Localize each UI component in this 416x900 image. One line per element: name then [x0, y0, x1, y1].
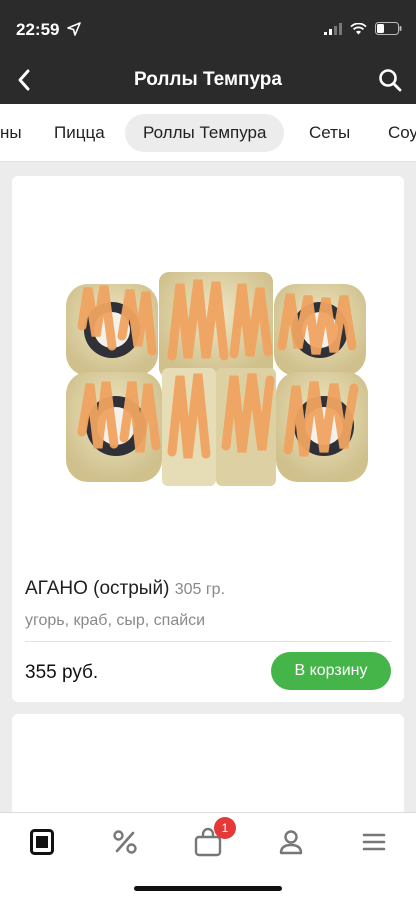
- percent-icon: [113, 830, 137, 854]
- tab-cart[interactable]: 1: [188, 817, 236, 859]
- product-card-next[interactable]: [12, 714, 404, 824]
- search-button[interactable]: [374, 64, 406, 96]
- tab-sets[interactable]: Сеты: [291, 114, 368, 152]
- category-tabs: ны Пицца Роллы Темпура Сеты Соу: [0, 104, 416, 162]
- tab-profile[interactable]: [271, 825, 311, 859]
- product-name-row: АГАНО (острый) 305 гр.: [25, 578, 225, 600]
- product-image[interactable]: [12, 176, 404, 566]
- nav-bar: Роллы Темпура: [0, 56, 416, 104]
- tab-tempura-rolls[interactable]: Роллы Темпура: [125, 114, 285, 152]
- signal-icon: [324, 22, 342, 35]
- home-indicator: [134, 886, 282, 891]
- tab-menu[interactable]: [22, 825, 62, 859]
- battery-icon: [375, 22, 402, 35]
- tab-partial-left[interactable]: ны: [0, 114, 40, 152]
- status-bar: 22:59: [0, 0, 416, 56]
- product-name: АГАНО (острый): [25, 578, 170, 599]
- tab-promotions[interactable]: [105, 825, 145, 859]
- cart-badge: 1: [214, 817, 236, 839]
- user-icon: [279, 830, 303, 855]
- search-icon: [379, 69, 402, 92]
- tab-more[interactable]: [354, 825, 394, 859]
- product-description: угорь, краб, сыр, спайси: [25, 612, 206, 629]
- tab-partial-right[interactable]: Соу: [370, 114, 416, 152]
- tab-pizza[interactable]: Пицца: [36, 114, 123, 152]
- location-arrow-icon: [67, 22, 81, 36]
- menu-book-icon: [30, 829, 54, 855]
- wifi-icon: [350, 22, 367, 34]
- bottom-tab-bar: 1: [0, 812, 416, 900]
- product-weight: 305 гр.: [174, 581, 226, 598]
- hamburger-menu-icon: [362, 833, 386, 851]
- divider: [25, 641, 391, 642]
- product-card[interactable]: АГАНО (острый) 305 гр. угорь, краб, сыр,…: [12, 176, 404, 702]
- add-to-cart-button[interactable]: В корзину: [271, 652, 391, 690]
- status-time: 22:59: [16, 20, 60, 39]
- status-indicators: [324, 22, 402, 35]
- page-title: Роллы Темпура: [134, 69, 282, 90]
- product-price: 355 руб.: [25, 662, 99, 683]
